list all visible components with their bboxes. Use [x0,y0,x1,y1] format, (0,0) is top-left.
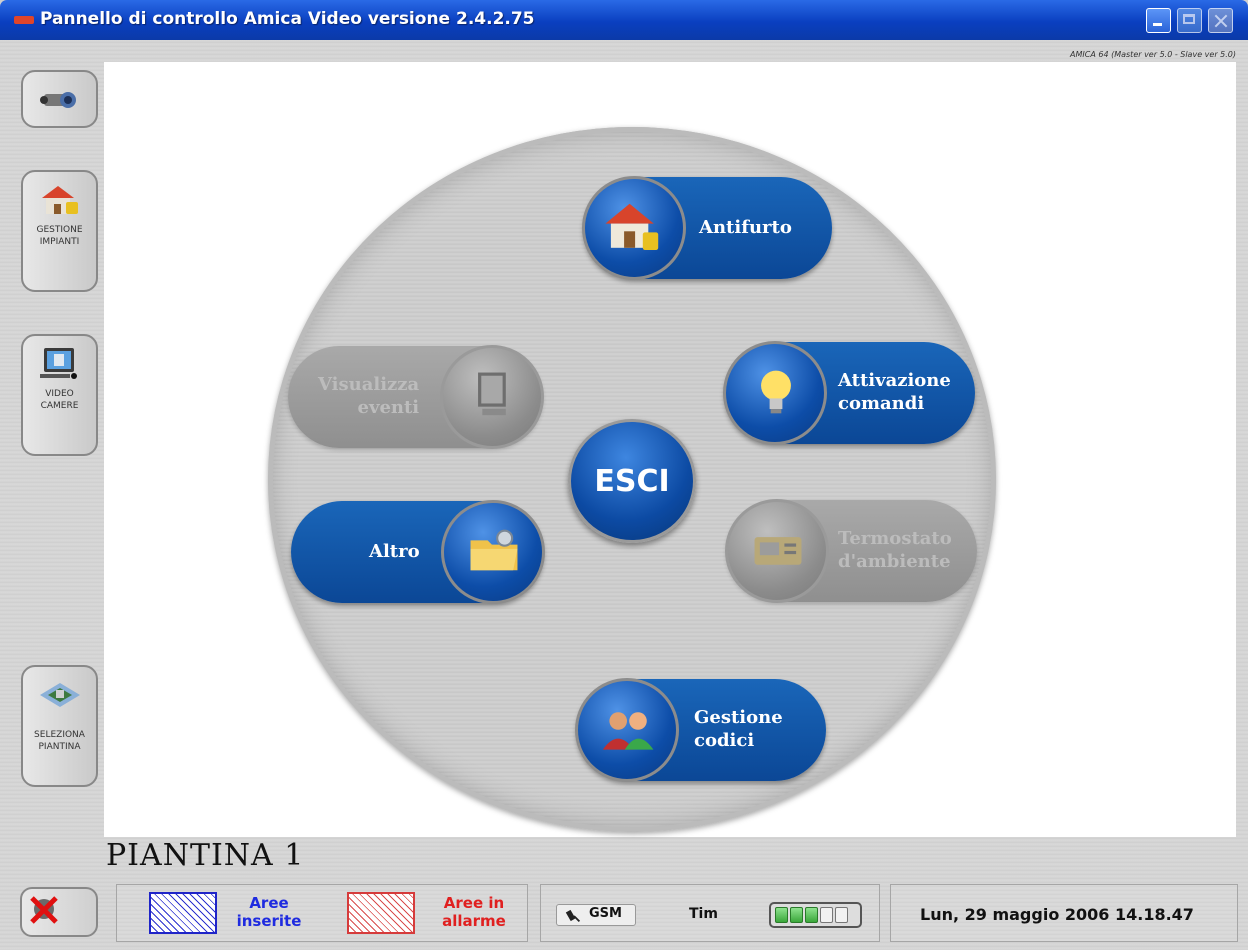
sidebar-item-label: SELEZIONA PIANTINA [34,730,85,752]
orb [440,345,544,449]
signal-bar [775,907,788,923]
minimize-button[interactable] [1146,8,1171,33]
antifurto-button[interactable]: Antifurto [582,176,832,280]
altro-button[interactable]: Altro [291,500,545,604]
sidebar-item-label: VIDEO CAMERE [40,389,79,411]
aree-allarme-swatch [347,892,415,934]
aree-inserite-swatch [149,892,217,934]
map-name: PIANTINA 1 [106,838,305,873]
thermostat-icon [754,537,802,565]
monitor-camera-icon [39,348,77,379]
monitor-icon [478,372,506,416]
operator-name: Tim [689,906,718,922]
esci-button[interactable]: ESCI [568,419,696,543]
folder-gear-icon [470,529,518,571]
app-icon [14,16,34,24]
orb [725,499,829,603]
signal-bar [790,907,803,923]
signal-bar [805,907,818,923]
orb [441,500,545,604]
attivazione-comandi-button[interactable]: Attivazione comandi [723,341,975,445]
signal-bar [820,907,833,923]
antifurto-label: Antifurto [699,216,792,238]
floor-plan-icon [39,683,80,707]
orb [582,176,686,280]
attivazione-comandi-label: Attivazione comandi [838,370,951,414]
house-lock-icon [41,186,78,214]
close-button[interactable] [1208,8,1233,33]
sidebar-item-cameras[interactable] [21,70,98,128]
antenna-icon [565,909,581,923]
gsm-label: GSM [589,906,622,921]
window-title: Pannello di controllo Amica Video versio… [40,9,535,29]
no-connection-icon [30,896,58,924]
termostato-button[interactable]: Termostato d'ambiente [725,499,977,603]
no-connection-button[interactable] [20,887,98,937]
gestione-codici-button[interactable]: Gestione codici [575,678,826,782]
maximize-button[interactable] [1177,8,1202,33]
visualizza-eventi-label: Visualizza eventi [318,374,420,418]
termostato-label: Termostato d'ambiente [838,528,952,572]
sidebar-item-label: GESTIONE IMPIANTI [36,225,83,247]
gestione-codici-label: Gestione codici [694,707,783,751]
orb [575,678,679,782]
camera-video-icon [39,92,76,108]
house-lock-icon [605,203,659,250]
sidebar-item-video-camere[interactable]: VIDEO CAMERE [21,334,98,456]
users-icon [602,712,654,750]
orb [723,341,827,445]
title-bar[interactable]: Pannello di controllo Amica Video versio… [0,0,1248,40]
app-window: Pannello di controllo Amica Video versio… [0,0,1248,950]
sidebar-item-gestione-impianti[interactable]: GESTIONE IMPIANTI [21,170,98,292]
aree-inserite-label: Aree inserite [236,894,302,930]
signal-bar [835,907,848,923]
aree-allarme-label: Aree in allarme [442,894,506,930]
light-bulb-icon [761,370,791,414]
sidebar-item-seleziona-piantina[interactable]: SELEZIONA PIANTINA [21,665,98,787]
version-note: AMICA 64 (Master ver 5.0 - Slave ver 5.0… [1070,50,1236,59]
signal-strength [769,902,862,928]
date-time: Lun, 29 maggio 2006 14.18.47 [920,905,1194,924]
altro-label: Altro [369,540,420,562]
visualizza-eventi-button[interactable]: Visualizza eventi [288,345,544,449]
